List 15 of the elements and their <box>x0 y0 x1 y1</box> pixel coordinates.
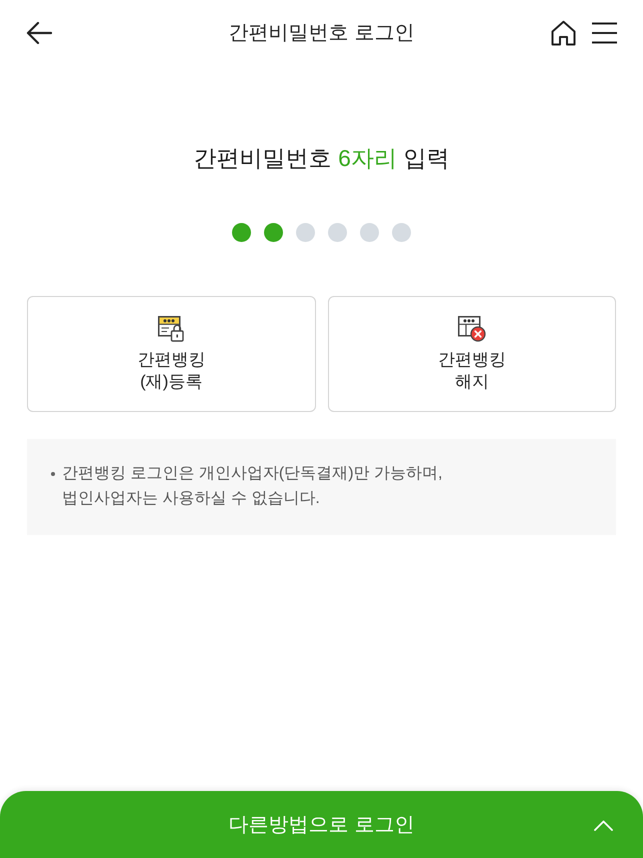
menu-icon <box>592 22 616 44</box>
password-lock-icon <box>158 316 185 342</box>
register-option-button[interactable]: 간편뱅킹 (재)등록 <box>27 296 316 412</box>
home-button[interactable] <box>550 20 576 46</box>
bullet-icon <box>51 472 55 476</box>
cancel-option-button[interactable]: 간편뱅킹 해지 <box>328 296 616 412</box>
back-arrow-icon <box>26 21 52 45</box>
pin-prompt: 간편비밀번호 6자리 입력 <box>194 144 450 173</box>
chevron-up-icon <box>594 820 613 831</box>
page-title: 간편비밀번호 로그인 <box>228 21 414 46</box>
password-cancel-icon <box>458 316 486 342</box>
menu-button[interactable] <box>591 20 617 46</box>
home-icon <box>550 20 576 46</box>
notice-text: 간편뱅킹 로그인은 개인사업자(단독결재)만 가능하며, 법인사업자는 사용하실 수 없습니다. <box>62 464 442 509</box>
back-button[interactable] <box>26 20 52 46</box>
